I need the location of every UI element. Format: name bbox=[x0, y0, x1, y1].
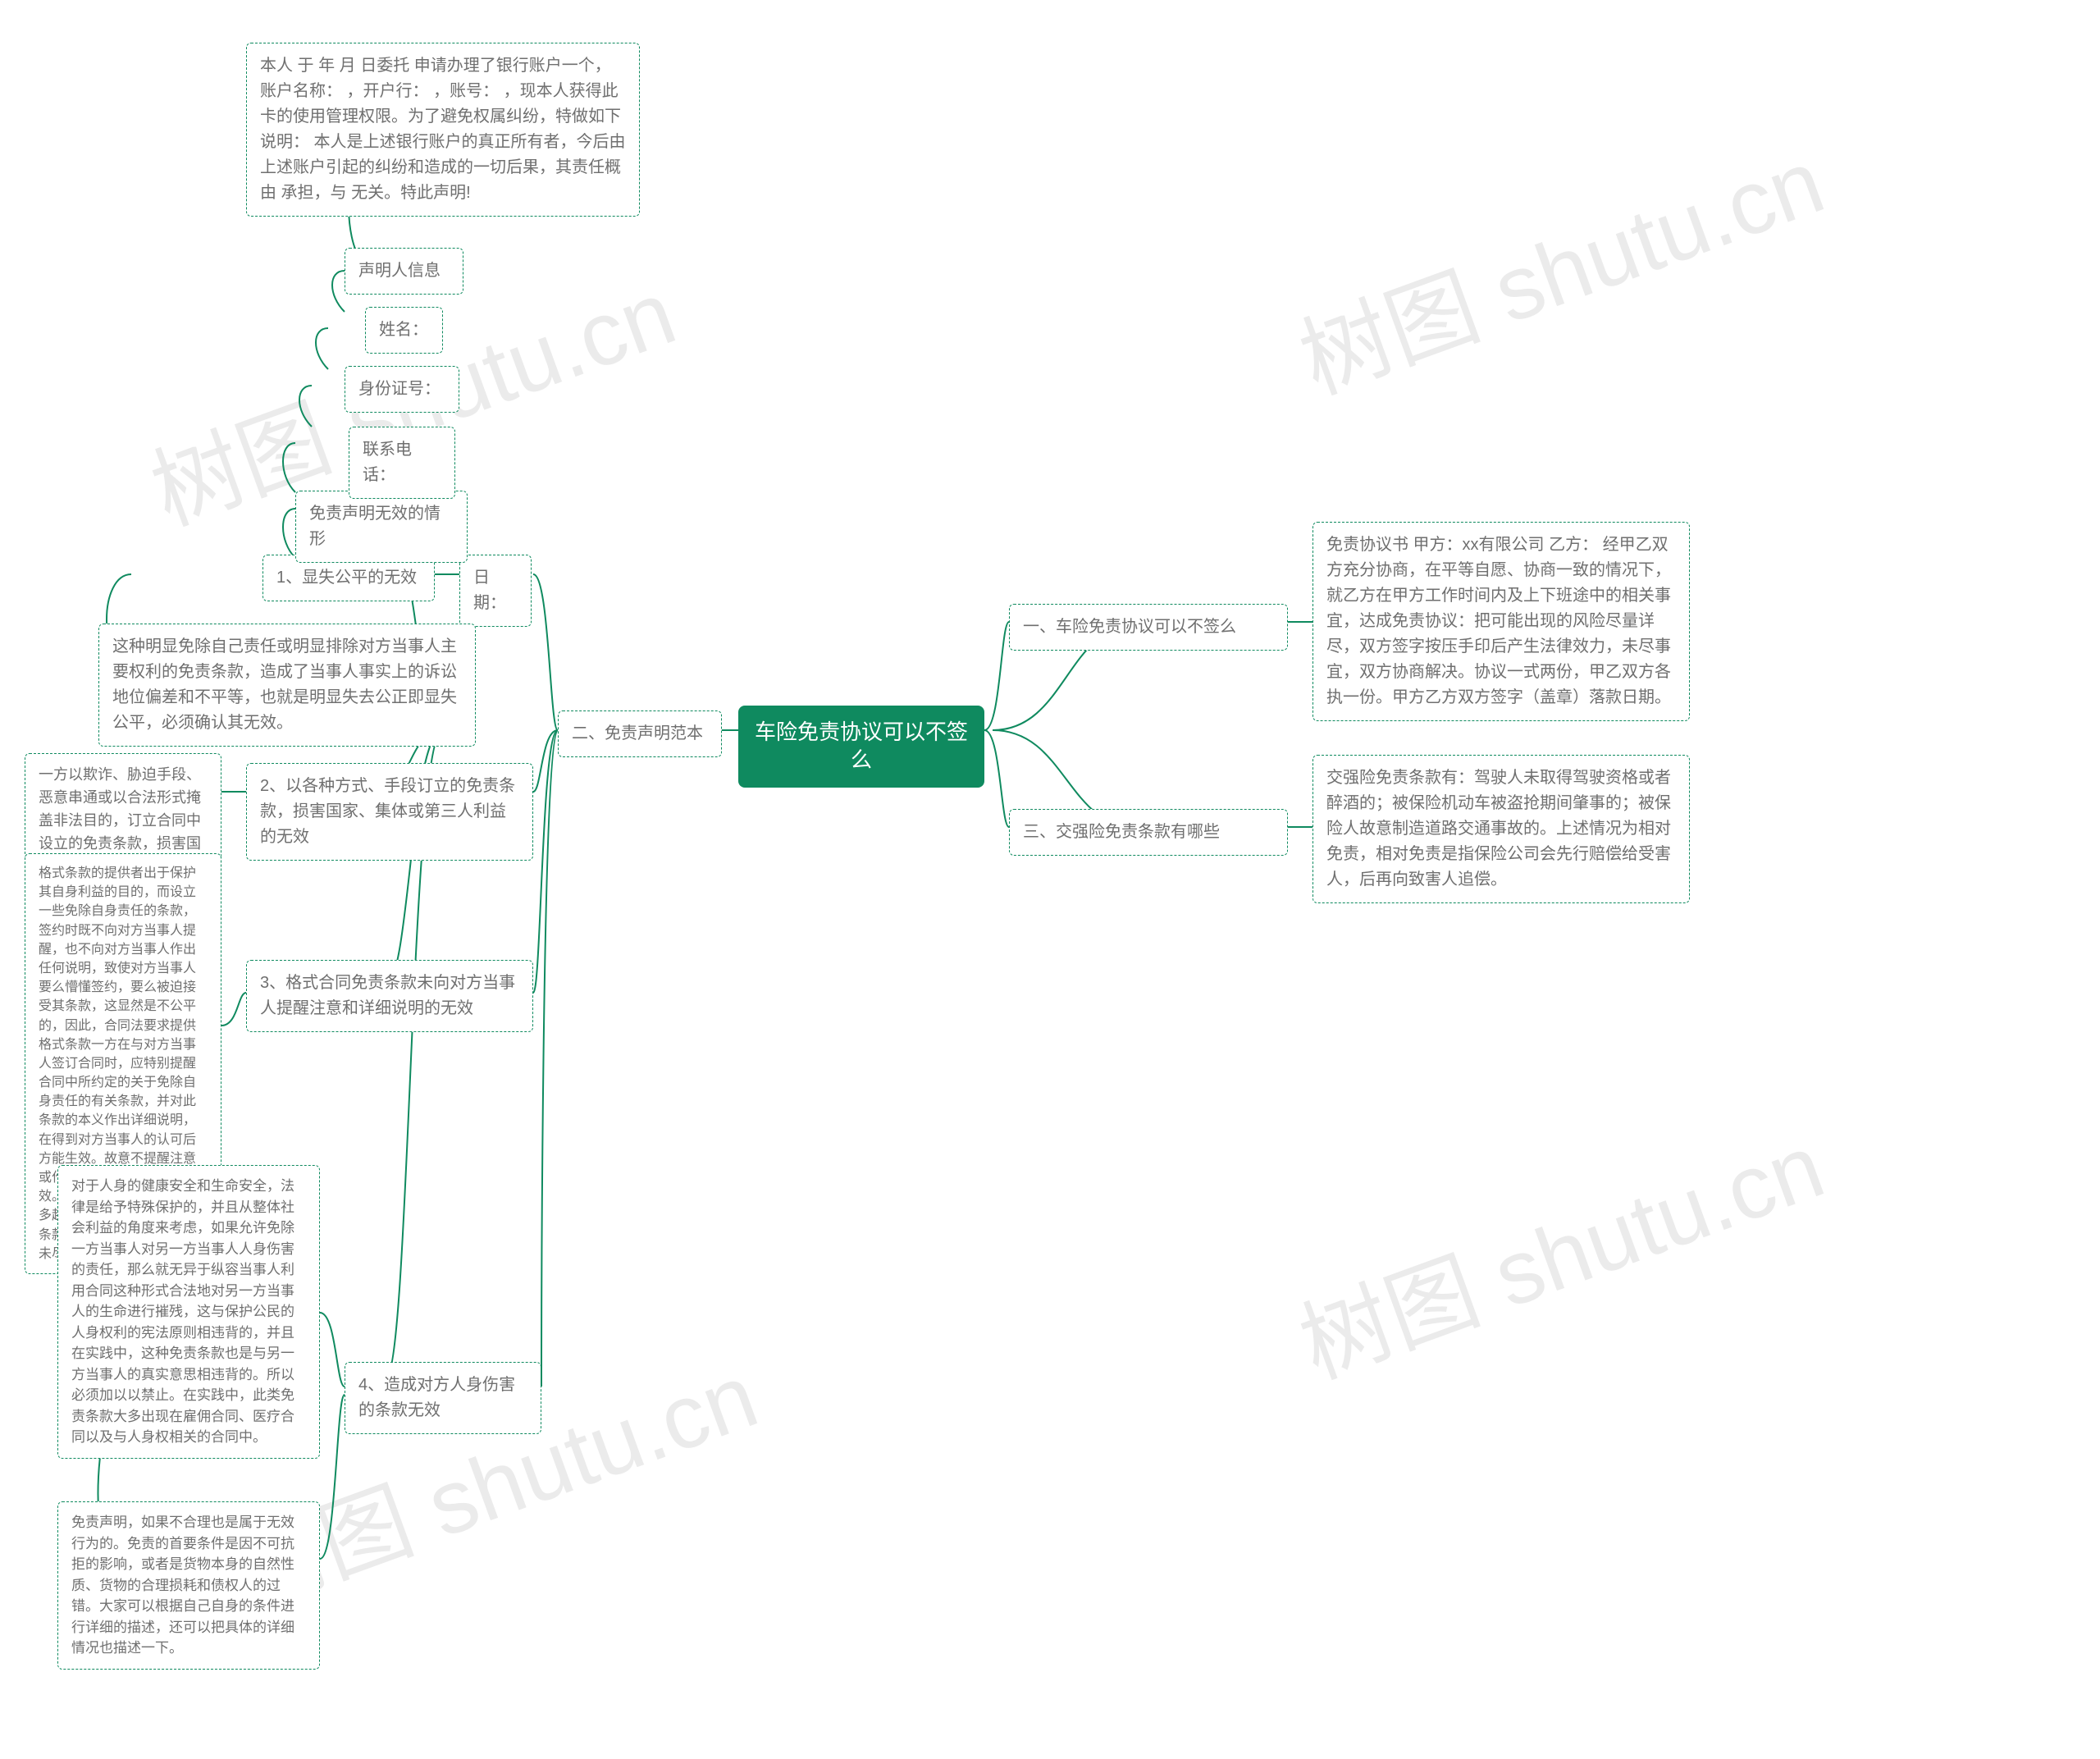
node-item4-label[interactable]: 4、造成对方人身伤害的条款无效 bbox=[345, 1362, 541, 1434]
node-name: 姓名： bbox=[365, 307, 443, 354]
node-item2-label[interactable]: 2、以各种方式、手段订立的免责条款，损害国家、集体或第三人利益的无效 bbox=[246, 763, 533, 861]
node-item1-detail: 这种明显免除自己责任或明显排除对方当事人主要权利的免责条款，造成了当事人事实上的… bbox=[98, 624, 476, 747]
watermark: 树图 shutu.cn bbox=[1280, 108, 1838, 418]
branch-r1[interactable]: 一、车险免责协议可以不签么 bbox=[1009, 604, 1288, 651]
branch-left-main[interactable]: 二、免责声明范本 bbox=[558, 710, 722, 757]
detail-r1: 免责协议书 甲方：xx有限公司 乙方： 经甲乙双方充分协商，在平等自愿、协商一致… bbox=[1312, 522, 1690, 721]
node-item3-label[interactable]: 3、格式合同免责条款未向对方当事人提醒注意和详细说明的无效 bbox=[246, 960, 533, 1032]
node-person-header: 声明人信息 bbox=[345, 248, 463, 295]
node-idcard: 身份证号： bbox=[345, 366, 459, 413]
watermark: 树图 shutu.cn bbox=[1280, 1093, 1838, 1403]
node-item4-detail: 对于人身的健康安全和生命安全，法律是给予特殊保护的，并且从整体社会利益的角度来考… bbox=[57, 1165, 320, 1459]
node-item4-extra: 免责声明，如果不合理也是属于无效行为的。免责的首要条件是因不可抗拒的影响，或者是… bbox=[57, 1501, 320, 1670]
branch-r2[interactable]: 三、交强险免责条款有哪些 bbox=[1009, 809, 1288, 856]
detail-r2: 交强险免责条款有：驾驶人未取得驾驶资格或者醉酒的；被保险机动车被盗抢期间肇事的；… bbox=[1312, 755, 1690, 903]
node-date: 日期： bbox=[459, 555, 532, 627]
node-item1-sublabel: 免责声明无效的情形 bbox=[295, 491, 468, 563]
node-person-note: 本人 于 年 月 日委托 申请办理了银行账户一个，账户名称： ，开户行： ，账号… bbox=[246, 43, 640, 217]
connector-lines-2 bbox=[0, 0, 2100, 1759]
node-phone: 联系电话： bbox=[349, 427, 455, 499]
connector-lines bbox=[0, 0, 2100, 1759]
root-node[interactable]: 车险免责协议可以不签么 bbox=[738, 706, 984, 788]
